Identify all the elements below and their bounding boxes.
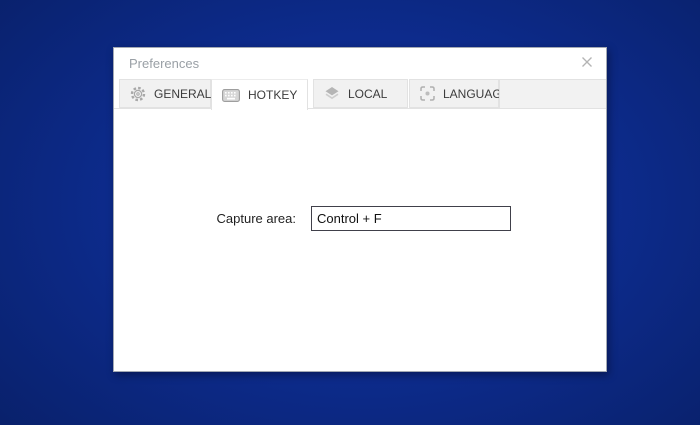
tab-bar: GENERAL bbox=[114, 79, 606, 109]
close-icon bbox=[580, 55, 594, 74]
preferences-dialog: Preferences GE bbox=[113, 47, 607, 372]
tab-general-label: GENERAL bbox=[154, 87, 211, 101]
hotkey-panel: Capture area: bbox=[114, 109, 606, 371]
window-title: Preferences bbox=[129, 56, 199, 71]
layers-icon bbox=[324, 86, 340, 101]
tab-local-label: LOCAL bbox=[348, 87, 387, 101]
tab-local[interactable]: LOCAL bbox=[313, 79, 408, 108]
capture-area-row: Capture area: bbox=[203, 206, 511, 231]
tab-general[interactable]: GENERAL bbox=[119, 79, 211, 108]
close-button[interactable] bbox=[578, 55, 596, 73]
keyboard-icon bbox=[222, 89, 240, 102]
capture-area-label: Capture area: bbox=[203, 211, 296, 226]
titlebar[interactable]: Preferences bbox=[114, 48, 606, 79]
tab-hotkey[interactable]: HOTKEY bbox=[211, 79, 308, 110]
tab-hotkey-label: HOTKEY bbox=[248, 88, 297, 102]
focus-icon bbox=[420, 86, 435, 101]
tab-language[interactable]: LANGUAGE bbox=[409, 79, 499, 108]
capture-area-hotkey-input[interactable] bbox=[311, 206, 511, 231]
gear-icon bbox=[130, 86, 146, 102]
tab-bar-filler bbox=[499, 79, 606, 108]
